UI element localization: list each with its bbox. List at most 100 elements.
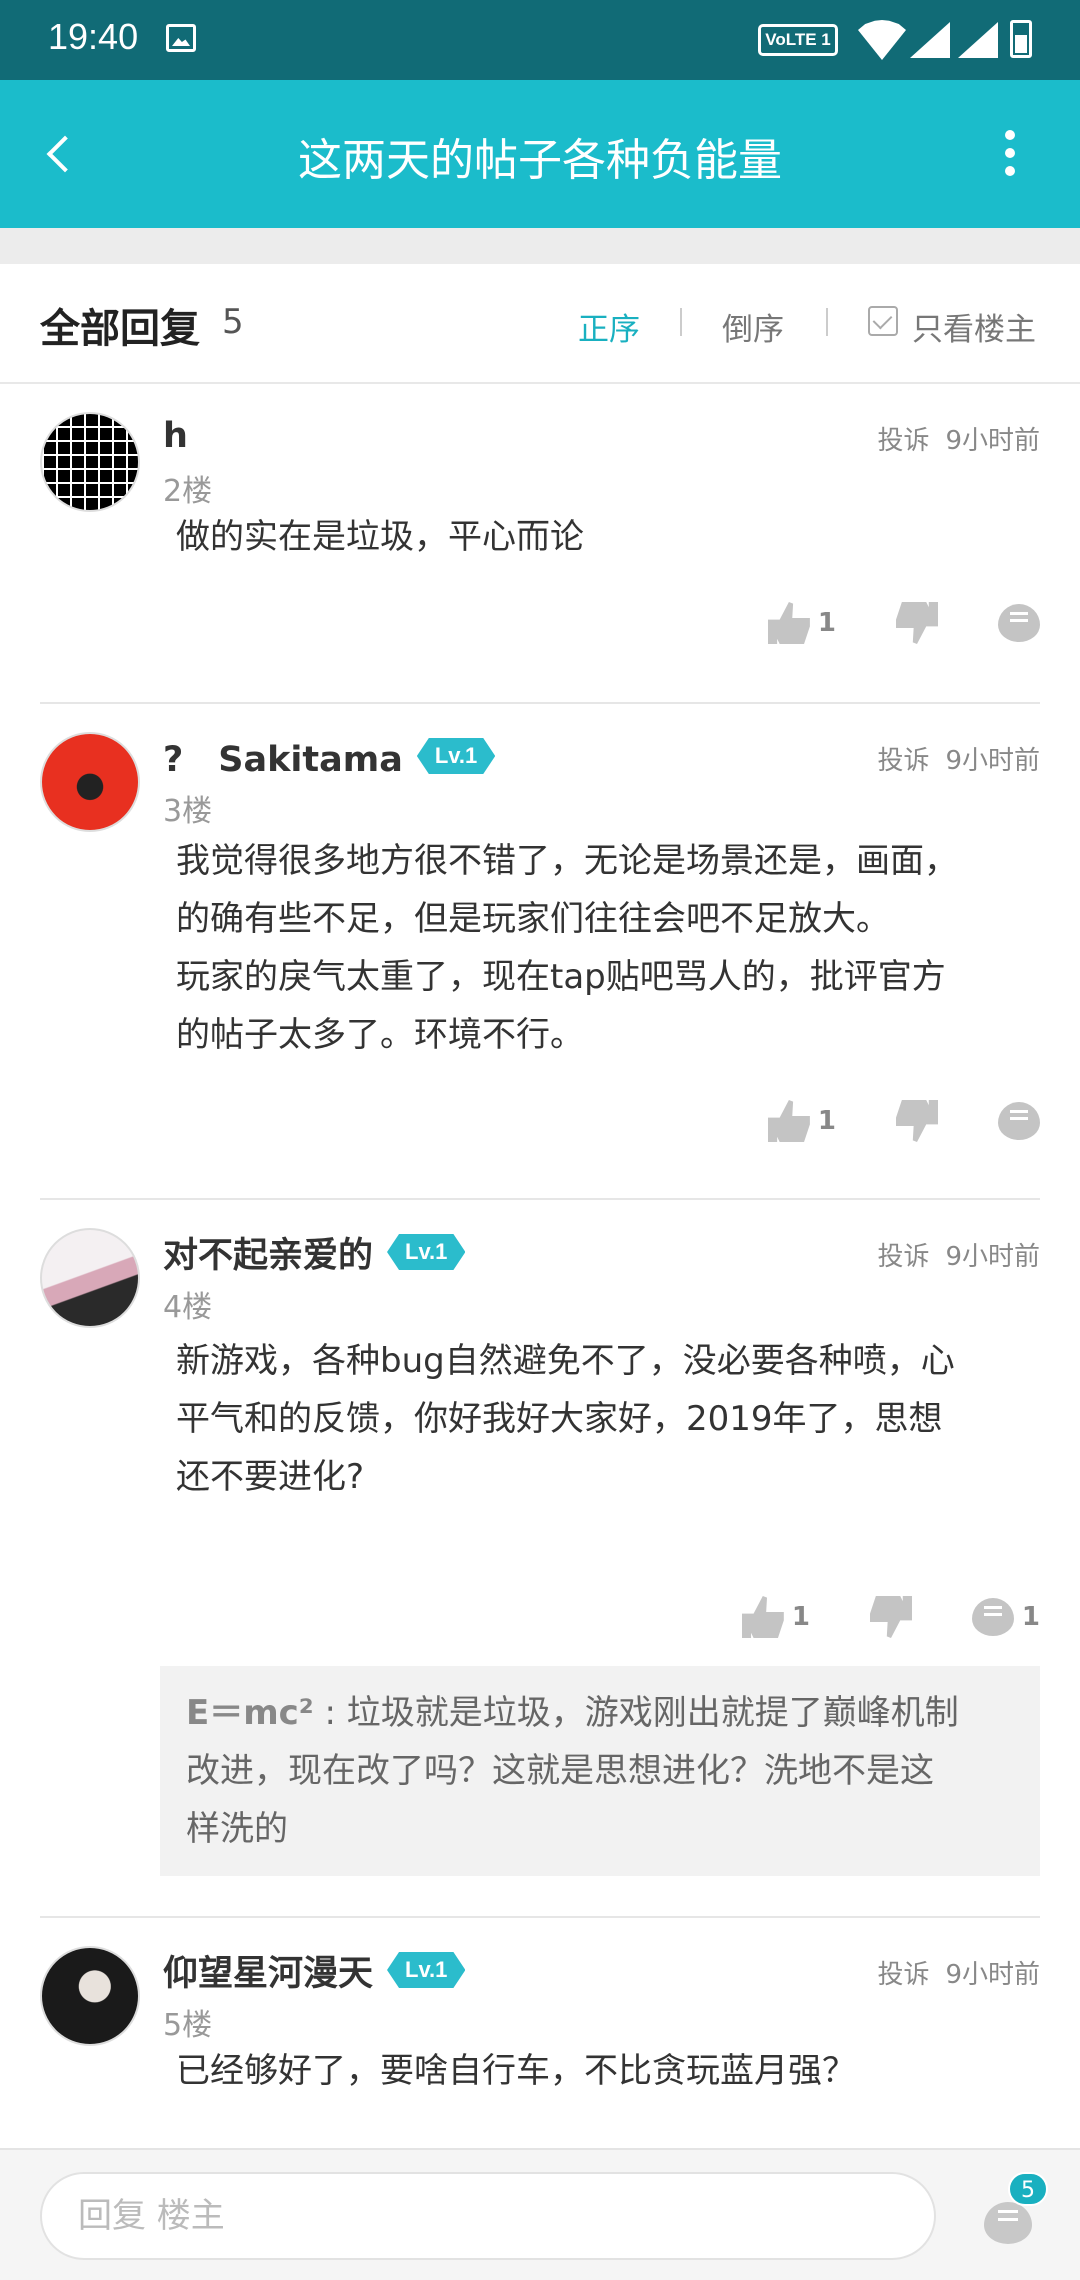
username[interactable]: 对不起亲爱的 bbox=[163, 1227, 373, 1278]
avatar[interactable] bbox=[40, 1946, 140, 2046]
thumbs-down-icon bbox=[896, 602, 938, 644]
comment-icon bbox=[998, 1102, 1040, 1140]
comments-icon[interactable] bbox=[984, 2202, 1032, 2244]
signal-icon-2 bbox=[958, 22, 998, 58]
avatar[interactable] bbox=[40, 412, 140, 512]
image-notification-icon bbox=[166, 24, 196, 52]
user-line: 对不起亲爱的 Lv.1 bbox=[163, 1228, 465, 1276]
comment-count: 1 bbox=[1021, 1602, 1040, 1632]
more-options-icon[interactable] bbox=[1000, 124, 1020, 184]
comment-button[interactable] bbox=[998, 604, 1040, 642]
dislike-button[interactable] bbox=[896, 602, 938, 644]
all-replies-label: 全部回复 bbox=[40, 306, 200, 352]
floor-number: 5楼 bbox=[163, 2008, 213, 2043]
like-button[interactable]: 1 bbox=[767, 1100, 836, 1142]
sub-reply-line: : 垃圾就是垃圾，游戏刚出就提了巅峰机制 bbox=[313, 1693, 959, 1733]
sub-reply-line: 样洗的 bbox=[186, 1809, 288, 1849]
report-link[interactable]: 投诉 bbox=[877, 1242, 929, 1272]
app-bar: 这两天的帖子各种负能量 bbox=[0, 80, 1080, 228]
sort-ascending-tab[interactable]: 正序 bbox=[578, 304, 640, 349]
user-line: h bbox=[163, 412, 188, 460]
report-link[interactable]: 投诉 bbox=[877, 1960, 929, 1990]
post-time: 9小时前 bbox=[945, 1960, 1040, 1990]
like-count: 1 bbox=[791, 1602, 810, 1632]
post-meta: 投诉 9小时前 bbox=[877, 1236, 1040, 1273]
level-badge: Lv.1 bbox=[417, 738, 495, 774]
sub-reply-author[interactable]: E＝mc² bbox=[186, 1693, 314, 1733]
reply-content: 新游戏，各种bug自然避免不了，没必要各种喷，心 平气和的反馈，你好我好大家好，… bbox=[176, 1332, 1040, 1506]
comment-icon bbox=[971, 1598, 1014, 1636]
post-time: 9小时前 bbox=[945, 746, 1040, 776]
page-title: 这两天的帖子各种负能量 bbox=[298, 135, 782, 186]
report-link[interactable]: 投诉 bbox=[877, 746, 929, 776]
reply-actions: 1 bbox=[708, 1096, 1040, 1146]
divider bbox=[680, 308, 682, 336]
user-line: 仰望星河漫天 Lv.1 bbox=[163, 1946, 465, 1994]
thumbs-down-icon bbox=[896, 1100, 938, 1142]
sort-descending-tab[interactable]: 倒序 bbox=[722, 304, 784, 349]
avatar[interactable] bbox=[40, 732, 140, 832]
divider bbox=[826, 308, 828, 336]
reply-content: 我觉得很多地方很不错了，无论是场景还是，画面， 的确有些不足，但是玩家们往往会吧… bbox=[176, 832, 1040, 1064]
only-op-label[interactable]: 只看楼主 bbox=[912, 304, 1036, 349]
content-line: 新游戏，各种bug自然避免不了，没必要各种喷，心 bbox=[176, 1341, 955, 1381]
sub-reply[interactable]: E＝mc² : 垃圾就是垃圾，游戏刚出就提了巅峰机制 改进，现在改了吗？这就是思… bbox=[160, 1666, 1040, 1876]
content-line: 已经够好了，要啥自行车，不比贪玩蓝月强？ bbox=[176, 2051, 856, 2091]
content-line: 的帖子太多了。环境不行。 bbox=[176, 1015, 584, 1055]
signal-icon bbox=[910, 22, 950, 58]
thumbs-up-icon bbox=[767, 1100, 810, 1142]
username[interactable]: h bbox=[163, 416, 188, 456]
report-link[interactable]: 投诉 bbox=[877, 426, 929, 456]
reply-actions: 1 bbox=[708, 598, 1040, 648]
volte-badge: VoLTE 1 bbox=[758, 24, 838, 56]
battery-icon bbox=[1010, 20, 1032, 58]
content-line: 做的实在是垃圾，平心而论 bbox=[176, 517, 584, 557]
content-line: 还不要进化? bbox=[176, 1457, 365, 1497]
like-button[interactable]: 1 bbox=[767, 602, 836, 644]
status-bar: 19:40 VoLTE 1 bbox=[0, 0, 1080, 80]
reply-item: 对不起亲爱的 Lv.1 4楼 投诉 9小时前 新游戏，各种bug自然避免不了，没必… bbox=[0, 1200, 1080, 1918]
thumbs-up-icon bbox=[741, 1596, 784, 1638]
reply-bar: 回复 楼主 5 bbox=[0, 2148, 1080, 2280]
sub-reply-line: 改进，现在改了吗？这就是思想进化？洗地不是这 bbox=[186, 1751, 934, 1791]
comment-button[interactable] bbox=[998, 1102, 1040, 1140]
like-count: 1 bbox=[817, 1106, 836, 1136]
username[interactable]: 仰望星河漫天 bbox=[163, 1945, 373, 1996]
post-time: 9小时前 bbox=[945, 426, 1040, 456]
level-badge: Lv.1 bbox=[387, 1234, 465, 1270]
section-gap bbox=[0, 228, 1080, 264]
dislike-button[interactable] bbox=[896, 1100, 938, 1142]
reply-item: ? Sakitama Lv.1 3楼 投诉 9小时前 我觉得很多地方很不错了，无论… bbox=[0, 704, 1080, 1200]
thumbs-down-icon bbox=[870, 1596, 912, 1638]
reply-content: 做的实在是垃圾，平心而论 bbox=[176, 508, 1040, 566]
reply-actions: 1 1 bbox=[682, 1592, 1040, 1642]
clock: 19:40 bbox=[48, 16, 139, 57]
thumbs-up-icon bbox=[767, 602, 810, 644]
dislike-button[interactable] bbox=[870, 1596, 912, 1638]
wifi-icon bbox=[858, 20, 906, 60]
like-button[interactable]: 1 bbox=[741, 1596, 810, 1638]
content-line: 玩家的戾气太重了，现在tap贴吧骂人的，批评官方 bbox=[176, 957, 946, 997]
reply-header: 全部回复 5 正序 倒序 只看楼主 bbox=[0, 264, 1080, 384]
content-line: 平气和的反馈，你好我好大家好，2019年了，思想 bbox=[176, 1399, 943, 1439]
post-meta: 投诉 9小时前 bbox=[877, 420, 1040, 457]
post-meta: 投诉 9小时前 bbox=[877, 1954, 1040, 1991]
only-op-checkbox[interactable] bbox=[868, 306, 898, 336]
reply-input[interactable]: 回复 楼主 bbox=[40, 2172, 936, 2260]
username[interactable]: ? Sakitama bbox=[163, 731, 403, 782]
comment-icon bbox=[998, 604, 1040, 642]
floor-number: 3楼 bbox=[163, 794, 213, 829]
post-meta: 投诉 9小时前 bbox=[877, 740, 1040, 777]
user-line: ? Sakitama Lv.1 bbox=[163, 732, 495, 780]
comment-count-badge: 5 bbox=[1008, 2172, 1048, 2206]
avatar[interactable] bbox=[40, 1228, 140, 1328]
like-count: 1 bbox=[817, 608, 836, 638]
reply-count: 5 bbox=[222, 302, 244, 342]
floor-number: 2楼 bbox=[163, 474, 213, 509]
reply-content: 已经够好了，要啥自行车，不比贪玩蓝月强？ bbox=[176, 2042, 1040, 2100]
reply-item: h 2楼 投诉 9小时前 做的实在是垃圾，平心而论 1 bbox=[0, 384, 1080, 704]
level-badge: Lv.1 bbox=[387, 1952, 465, 1988]
comment-button[interactable]: 1 bbox=[971, 1598, 1040, 1636]
post-time: 9小时前 bbox=[945, 1242, 1040, 1272]
content-line: 的确有些不足，但是玩家们往往会吧不足放大。 bbox=[176, 899, 890, 939]
